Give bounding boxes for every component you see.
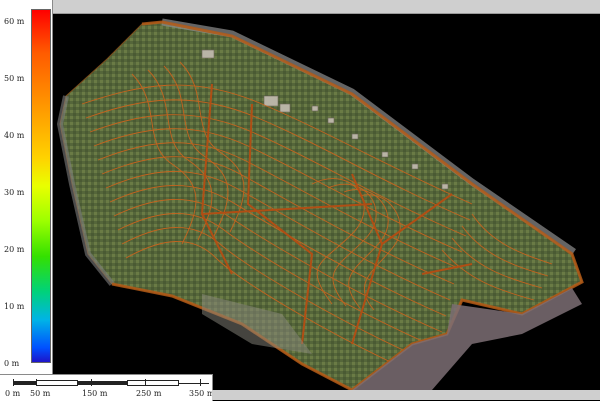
legend-tick-40: 40 m [4,131,25,140]
scale-segment [77,381,127,385]
scale-bar: 0 m 50 m 150 m 250 m 350 m [0,374,215,401]
scale-tick [13,379,14,386]
scale-tick [145,379,146,386]
legend-tick-10: 10 m [4,302,25,311]
scale-tick [200,379,201,386]
elevation-legend: 60 m 50 m 40 m 30 m 20 m 10 m 0 m [0,0,53,374]
scale-label-0: 0 m [5,389,21,398]
legend-tick-50: 50 m [4,74,25,83]
top-toolbar [52,0,600,14]
orthophoto-contour-map[interactable] [52,14,600,390]
scale-segment [13,381,36,385]
legend-tick-20: 20 m [4,245,25,254]
status-strip [212,390,600,400]
scale-segment [36,380,78,386]
scale-segment [127,380,179,386]
scale-label-350: 350 m [189,389,215,398]
scale-label-50: 50 m [30,389,51,398]
scale-label-150: 150 m [82,389,108,398]
map-viewport[interactable] [52,14,600,390]
scale-tick [91,379,92,386]
legend-tick-0: 0 m [4,359,20,368]
elevation-color-ramp [31,9,51,363]
scale-tick [36,379,37,386]
legend-tick-30: 30 m [4,188,25,197]
legend-tick-60: 60 m [4,17,25,26]
scale-label-250: 250 m [136,389,162,398]
